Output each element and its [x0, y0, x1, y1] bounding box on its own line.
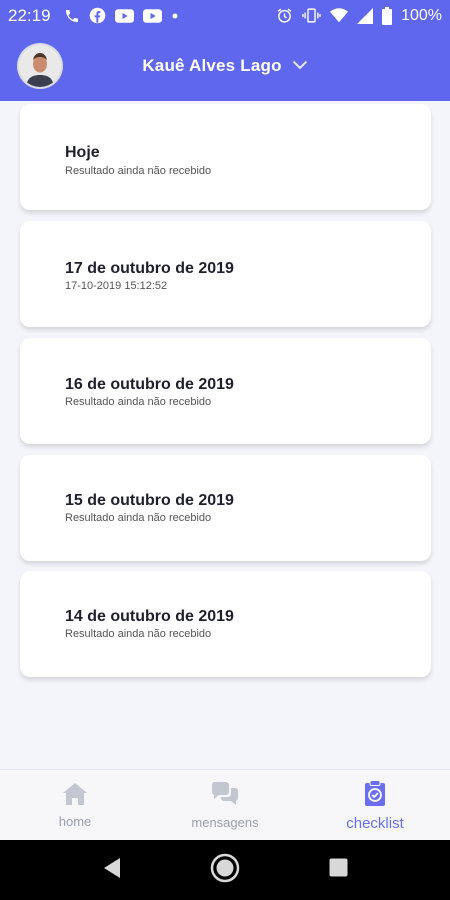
- chevron-down-icon: [292, 57, 308, 75]
- list-item[interactable]: Hoje Resultado ainda não recebido: [20, 104, 431, 210]
- back-button[interactable]: [90, 840, 134, 900]
- results-list[interactable]: Hoje Resultado ainda não recebido 17 de …: [0, 101, 450, 769]
- list-item[interactable]: 14 de outubro de 2019 Resultado ainda nã…: [20, 571, 431, 677]
- phone-icon: [64, 8, 80, 24]
- checklist-icon: [363, 779, 387, 812]
- nav-mensagens-label: mensagens: [191, 815, 259, 830]
- app-header: Kauê Alves Lago: [0, 31, 450, 101]
- card-subtitle: Resultado ainda não recebido: [65, 396, 212, 408]
- status-time: 22:19: [8, 5, 51, 25]
- alarm-icon: [276, 7, 293, 24]
- list-item[interactable]: 16 de outubro de 2019 Resultado ainda nã…: [20, 338, 431, 444]
- list-item[interactable]: 17 de outubro de 2019 17-10-2019 15:12:5…: [20, 221, 431, 327]
- bottom-navigation: home mensagens checklist: [0, 769, 450, 841]
- system-navigation-bar: [0, 840, 450, 900]
- card-title: 17 de outubro de 2019: [65, 260, 234, 277]
- dot-icon: [171, 12, 179, 20]
- card-subtitle: Resultado ainda não recebido: [65, 628, 212, 640]
- vibrate-icon: [302, 7, 321, 24]
- home-circle-icon: [210, 853, 240, 888]
- nav-home-label: home: [58, 814, 92, 829]
- card-subtitle: 17-10-2019 15:12:52: [65, 280, 168, 292]
- back-icon: [102, 857, 122, 884]
- signal-icon: [357, 7, 374, 24]
- card-title: Hoje: [65, 144, 100, 161]
- card-subtitle: Resultado ainda não recebido: [65, 512, 212, 524]
- facebook-icon: [89, 7, 106, 24]
- user-selector[interactable]: Kauê Alves Lago: [142, 56, 307, 76]
- card-title: 16 de outubro de 2019: [65, 376, 234, 393]
- card-subtitle: Resultado ainda não recebido: [65, 165, 212, 177]
- home-button[interactable]: [203, 840, 247, 900]
- status-bar: 22:19 100%: [0, 0, 450, 31]
- home-icon: [62, 782, 88, 811]
- youtube-icon: [114, 8, 134, 23]
- status-bar-right: 100%: [276, 6, 442, 25]
- card-title: 14 de outubro de 2019: [65, 608, 234, 625]
- battery-percentage: 100%: [401, 6, 442, 24]
- user-name: Kauê Alves Lago: [142, 56, 282, 75]
- avatar[interactable]: [19, 45, 61, 87]
- card-title: 15 de outubro de 2019: [65, 492, 234, 509]
- recents-button[interactable]: [316, 840, 360, 900]
- chat-icon: [210, 781, 240, 812]
- battery-icon: [382, 6, 393, 25]
- nav-checklist[interactable]: checklist: [330, 770, 420, 841]
- status-bar-left: 22:19: [8, 6, 179, 26]
- recents-icon: [329, 858, 348, 882]
- youtube-icon: [142, 8, 162, 23]
- nav-mensagens[interactable]: mensagens: [175, 770, 275, 841]
- nav-home[interactable]: home: [35, 770, 115, 841]
- list-item[interactable]: 15 de outubro de 2019 Resultado ainda nã…: [20, 455, 431, 561]
- wifi-icon: [330, 8, 349, 23]
- nav-checklist-label: checklist: [346, 814, 404, 832]
